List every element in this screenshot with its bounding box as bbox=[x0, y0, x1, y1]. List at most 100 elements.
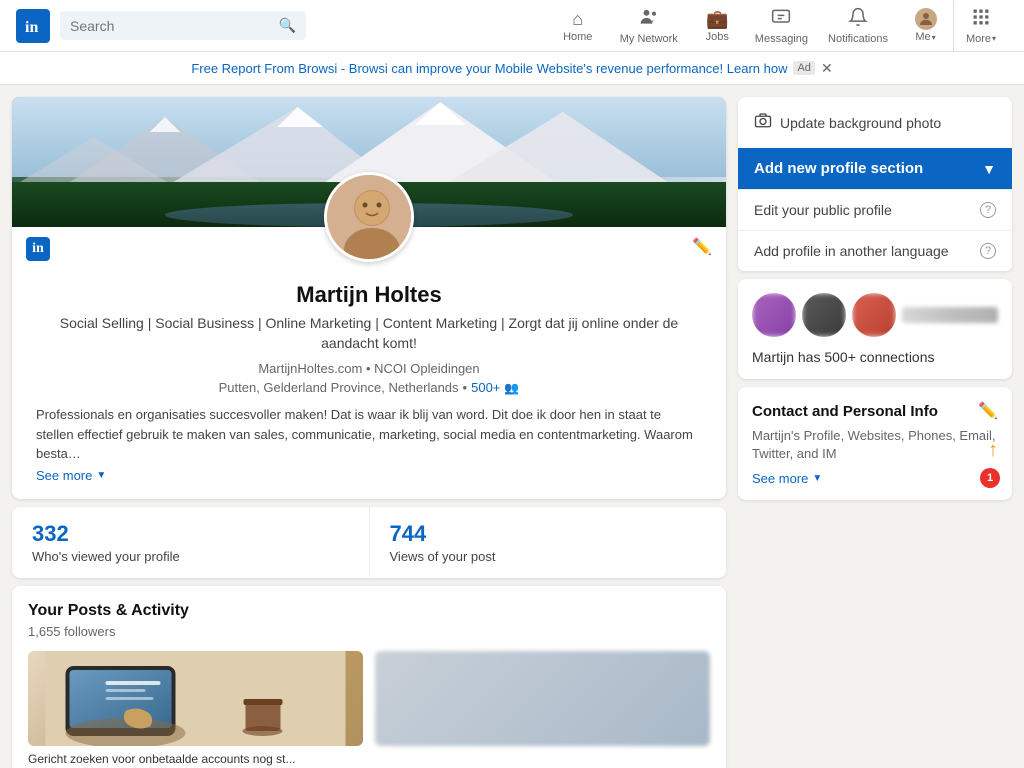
network-icon bbox=[639, 7, 659, 32]
profile-info: Martijn Holtes Social Selling | Social B… bbox=[12, 282, 726, 395]
stats-bar: 332 Who's viewed your profile 744 Views … bbox=[12, 507, 726, 578]
post-thumb-1 bbox=[28, 651, 363, 746]
conn-avatar-3 bbox=[852, 293, 896, 337]
home-label: Home bbox=[563, 31, 592, 43]
search-input[interactable] bbox=[70, 18, 279, 34]
connections-text: Martijn has 500+ connections bbox=[752, 349, 998, 365]
ad-text[interactable]: Free Report From Browsi - Browsi can imp… bbox=[191, 61, 787, 76]
conn-blurred-content bbox=[902, 307, 998, 323]
nav-item-notifications[interactable]: Notifications bbox=[818, 1, 898, 51]
profile-links: Edit your public profile ? Add profile i… bbox=[738, 189, 1012, 271]
profile-meta: MartijnHoltes.com • NCOI Opleidingen bbox=[32, 361, 706, 376]
profile-avatar-wrap bbox=[324, 172, 414, 262]
see-more-chevron-icon: ▼ bbox=[96, 470, 106, 481]
edit-profile-link[interactable]: Edit your public profile ? bbox=[738, 189, 1012, 230]
edit-profile-help-icon: ? bbox=[980, 202, 996, 218]
search-bar: 🔍 bbox=[60, 11, 306, 40]
contact-title: Contact and Personal Info bbox=[752, 403, 938, 420]
left-panel: in ✏️ bbox=[0, 85, 732, 768]
edit-profile-label: Edit your public profile bbox=[754, 202, 892, 218]
main-layout: in ✏️ bbox=[0, 85, 1024, 768]
notifications-label: Notifications bbox=[828, 33, 888, 45]
contact-desc: Martijn's Profile, Websites, Phones, Ema… bbox=[752, 427, 998, 463]
profile-bio: Professionals en organisaties succesvoll… bbox=[12, 405, 726, 460]
stat-views-label: Who's viewed your profile bbox=[32, 549, 349, 564]
contact-edit-icon[interactable]: ✏️ bbox=[978, 401, 998, 421]
add-section-label: Add new profile section bbox=[754, 160, 923, 177]
messaging-icon bbox=[771, 7, 791, 32]
me-label: Me ▾ bbox=[915, 31, 935, 43]
add-language-label: Add profile in another language bbox=[754, 243, 949, 259]
profile-card: in ✏️ bbox=[12, 97, 726, 499]
contact-see-more-chevron-icon: ▼ bbox=[812, 473, 822, 484]
see-more-bio-label: See more bbox=[36, 468, 92, 483]
stat-post-views[interactable]: 744 Views of your post bbox=[370, 507, 727, 578]
ad-banner: Free Report From Browsi - Browsi can imp… bbox=[0, 52, 1024, 85]
more-icon bbox=[971, 7, 991, 32]
nav-item-more[interactable]: More ▾ bbox=[953, 1, 1008, 51]
post-item-2[interactable] bbox=[375, 651, 710, 768]
post-item-1[interactable]: Gericht zoeken voor onbetaalde accounts … bbox=[28, 651, 363, 768]
update-bg-label: Update background photo bbox=[780, 115, 941, 131]
profile-headline: Social Selling | Social Business | Onlin… bbox=[32, 314, 706, 353]
post-caption-1: Gericht zoeken voor onbetaalde accounts … bbox=[28, 752, 363, 766]
linkedin-logo[interactable]: in bbox=[16, 9, 50, 43]
stat-post-label: Views of your post bbox=[390, 549, 707, 564]
profile-avatar bbox=[324, 172, 414, 262]
search-icon: 🔍 bbox=[279, 17, 296, 34]
up-arrow-indicator: ↑ bbox=[988, 439, 998, 462]
nav-item-network[interactable]: My Network bbox=[608, 1, 690, 51]
profile-name: Martijn Holtes bbox=[32, 282, 706, 308]
stat-post-num: 744 bbox=[390, 521, 707, 547]
ad-label: Ad bbox=[793, 61, 814, 75]
linkedin-logo-icon: in bbox=[23, 16, 43, 36]
me-avatar bbox=[915, 8, 937, 30]
profile-edit-button[interactable]: ✏️ bbox=[692, 237, 712, 257]
connections-dot: • bbox=[463, 380, 468, 395]
connection-avatars-row bbox=[752, 293, 998, 337]
svg-text:in: in bbox=[25, 19, 38, 36]
posts-section: Your Posts & Activity 1,655 followers bbox=[12, 586, 726, 768]
nav-item-messaging[interactable]: Messaging bbox=[745, 1, 818, 51]
nav-item-home[interactable]: ⌂ Home bbox=[548, 3, 608, 49]
nav-item-jobs[interactable]: 💼 Jobs bbox=[690, 3, 745, 49]
ad-close-icon[interactable]: ✕ bbox=[821, 60, 833, 77]
contact-see-more-button[interactable]: See more ▼ bbox=[752, 471, 998, 486]
post-thumb-2 bbox=[375, 651, 710, 746]
nav-items: ⌂ Home My Network 💼 Jobs Messaging Notif… bbox=[548, 1, 1008, 51]
update-bg-button[interactable]: Update background photo bbox=[754, 111, 996, 134]
avatar-image bbox=[327, 175, 414, 262]
more-label: More ▾ bbox=[966, 33, 996, 45]
top-nav: in 🔍 ⌂ Home My Network 💼 Jobs Messaging bbox=[0, 0, 1024, 52]
posts-title: Your Posts & Activity bbox=[28, 602, 710, 620]
see-more-bio-button[interactable]: See more ▼ bbox=[12, 460, 726, 499]
stat-profile-views[interactable]: 332 Who's viewed your profile bbox=[12, 507, 370, 578]
connections-count[interactable]: 500+ bbox=[471, 380, 500, 395]
stat-views-num: 332 bbox=[32, 521, 349, 547]
jobs-label: Jobs bbox=[706, 31, 729, 43]
add-section-button[interactable]: Add new profile section ▼ bbox=[738, 148, 1012, 189]
posts-grid: Gericht zoeken voor onbetaalde accounts … bbox=[28, 651, 710, 768]
update-bg-card: Update background photo bbox=[738, 97, 1012, 148]
notifications-icon bbox=[848, 7, 868, 32]
conn-avatar-2 bbox=[802, 293, 846, 337]
conn-avatar-1 bbox=[752, 293, 796, 337]
camera-icon bbox=[754, 111, 772, 134]
profile-location: Putten, Gelderland Province, Netherlands… bbox=[32, 380, 706, 395]
post-image-1 bbox=[28, 651, 363, 746]
location-text: Putten, Gelderland Province, Netherlands bbox=[219, 380, 459, 395]
add-section-chevron-icon: ▼ bbox=[982, 161, 996, 177]
notification-count: 1 bbox=[987, 472, 993, 484]
messaging-label: Messaging bbox=[755, 33, 808, 45]
contact-see-more-label: See more bbox=[752, 471, 808, 486]
home-icon: ⌂ bbox=[572, 9, 583, 30]
contact-header: Contact and Personal Info ✏️ bbox=[752, 401, 998, 421]
posts-followers: 1,655 followers bbox=[28, 624, 710, 639]
add-language-link[interactable]: Add profile in another language ? bbox=[738, 230, 1012, 271]
profile-card-linkedin-mark: in bbox=[26, 237, 50, 261]
connections-icon: 👥 bbox=[504, 381, 519, 395]
network-label: My Network bbox=[620, 33, 678, 45]
nav-item-me[interactable]: Me ▾ bbox=[898, 2, 953, 49]
connections-card: Martijn has 500+ connections bbox=[738, 279, 1012, 379]
right-panel: Update background photo Add new profile … bbox=[732, 85, 1024, 768]
